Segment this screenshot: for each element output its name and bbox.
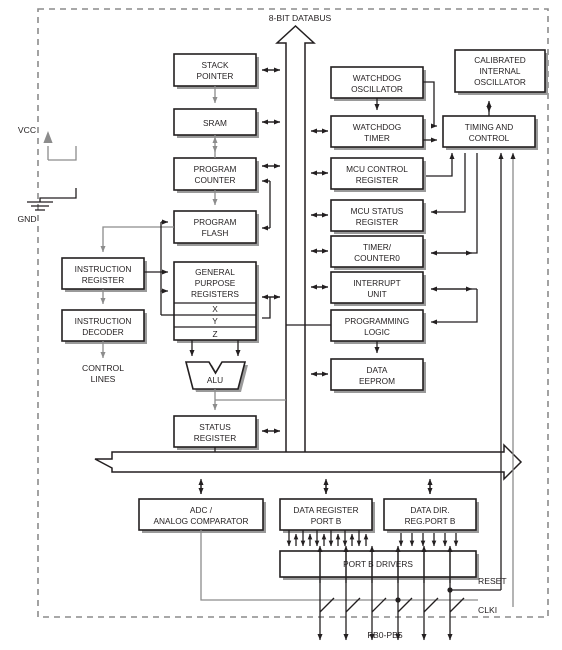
block-program-flash: PROGRAM FLASH bbox=[173, 210, 259, 246]
programming-logic-label-1: PROGRAMMING bbox=[345, 316, 410, 326]
block-alu: ALU bbox=[184, 361, 248, 392]
gpr-label-3: REGISTERS bbox=[191, 289, 239, 299]
interrupt-unit-label-1: INTERRUPT bbox=[353, 278, 400, 288]
databus-label: 8-BIT DATABUS bbox=[269, 13, 332, 23]
mcu-control-register-label-2: REGISTER bbox=[356, 175, 398, 185]
block-data-dir-reg-port-b: DATA DIR. REG.PORT B bbox=[383, 498, 479, 533]
connector-timing-to-timer0 bbox=[430, 153, 478, 256]
connector-mcucr-to-timing bbox=[426, 152, 455, 177]
program-counter-label-2: COUNTER bbox=[194, 175, 235, 185]
block-diagram-canvas: VCC GND 8-BIT DATABUS STACK POINTER SRAM… bbox=[0, 0, 562, 650]
block-general-purpose-registers: GENERAL PURPOSE REGISTERS X Y Z bbox=[173, 261, 259, 343]
stack-pointer-label-2: POINTER bbox=[197, 71, 234, 81]
alu-label: ALU bbox=[207, 375, 223, 385]
watchdog-timer-label-2: TIMER bbox=[364, 133, 390, 143]
timing-control-label-1: TIMING AND bbox=[465, 122, 513, 132]
vcc-pin bbox=[43, 131, 77, 161]
adc-label-1: ADC / bbox=[190, 505, 213, 515]
calibrated-osc-label-1: CALIBRATED bbox=[474, 55, 525, 65]
instruction-decoder-label-2: DECODER bbox=[82, 327, 124, 337]
status-register-label-2: REGISTER bbox=[194, 433, 236, 443]
data-eeprom-label-1: DATA bbox=[367, 365, 388, 375]
timer-counter0-label-2: COUNTER0 bbox=[354, 253, 400, 263]
instruction-register-label-2: REGISTER bbox=[82, 275, 124, 285]
block-interrupt-unit: INTERRUPT UNIT bbox=[330, 271, 426, 306]
block-sram: SRAM bbox=[173, 108, 259, 138]
block-mcu-control-register: MCU CONTROL REGISTER bbox=[330, 157, 426, 192]
pb-pins-label: PB0-PB5 bbox=[367, 630, 403, 640]
vertical-databus bbox=[275, 24, 316, 469]
instruction-register-label-1: INSTRUCTION bbox=[75, 264, 132, 274]
horizontal-databus bbox=[94, 443, 523, 481]
adc-label-2: ANALOG COMPARATOR bbox=[154, 516, 249, 526]
port-b-drivers-label: PORT B DRIVERS bbox=[343, 559, 413, 569]
mcu-status-register-label-2: REGISTER bbox=[356, 217, 398, 227]
block-watchdog-timer: WATCHDOG TIMER bbox=[330, 115, 426, 150]
block-instruction-register: INSTRUCTION REGISTER bbox=[61, 257, 147, 292]
register-y-label: Y bbox=[212, 316, 218, 326]
block-stack-pointer: STACK POINTER bbox=[173, 53, 259, 89]
block-programming-logic: PROGRAMMING LOGIC bbox=[330, 309, 426, 344]
block-status-register: STATUS REGISTER bbox=[173, 415, 259, 450]
stack-pointer-label-1: STACK bbox=[201, 60, 229, 70]
gnd-pin bbox=[27, 188, 77, 211]
data-eeprom-label-2: EEPROM bbox=[359, 376, 395, 386]
data-register-port-b-label-2: PORT B bbox=[311, 516, 342, 526]
block-program-counter: PROGRAM COUNTER bbox=[173, 157, 259, 193]
interrupt-unit-label-2: UNIT bbox=[367, 289, 386, 299]
status-register-label-1: STATUS bbox=[199, 422, 231, 432]
vcc-label: VCC bbox=[18, 125, 36, 135]
programming-logic-label-2: LOGIC bbox=[364, 327, 390, 337]
connector-timing-to-mcusr bbox=[430, 153, 466, 215]
block-port-b-drivers: PORT B DRIVERS bbox=[279, 550, 479, 580]
data-dir-reg-port-b-label-1: DATA DIR. bbox=[410, 505, 449, 515]
calibrated-osc-label-2: INTERNAL bbox=[479, 66, 520, 76]
block-data-eeprom: DATA EEPROM bbox=[330, 358, 426, 393]
register-x-label: X bbox=[212, 304, 218, 314]
gpr-label-2: PURPOSE bbox=[195, 278, 236, 288]
connector-gpr-right-loop bbox=[262, 297, 271, 319]
sram-label: SRAM bbox=[203, 118, 227, 128]
control-lines-label-1: CONTROL bbox=[82, 363, 124, 373]
control-lines-label-2: LINES bbox=[91, 374, 116, 384]
register-z-label: Z bbox=[212, 329, 217, 339]
watchdog-oscillator-label-2: OSCILLATOR bbox=[351, 84, 403, 94]
instruction-decoder-label-1: INSTRUCTION bbox=[75, 316, 132, 326]
connector-datadir-to-drivers bbox=[398, 533, 459, 547]
gnd-label: GND bbox=[17, 214, 36, 224]
connector-timing-to-proglogic bbox=[430, 289, 478, 325]
timing-control-label-2: CONTROL bbox=[469, 133, 510, 143]
watchdog-oscillator-label-1: WATCHDOG bbox=[353, 73, 401, 83]
block-data-register-port-b: DATA REGISTER PORT B bbox=[279, 498, 375, 533]
timer-counter0-label-1: TIMER/ bbox=[363, 242, 392, 252]
mcu-status-register-label-1: MCU STATUS bbox=[351, 206, 404, 216]
gpr-label-1: GENERAL bbox=[195, 267, 235, 277]
program-counter-label-1: PROGRAM bbox=[194, 164, 237, 174]
block-calibrated-internal-oscillator: CALIBRATED INTERNAL OSCILLATOR bbox=[454, 49, 548, 95]
data-register-port-b-label-1: DATA REGISTER bbox=[293, 505, 358, 515]
block-instruction-decoder: INSTRUCTION DECODER bbox=[61, 309, 147, 344]
data-dir-reg-port-b-label-2: REG.PORT B bbox=[405, 516, 456, 526]
clki-label: CLKI bbox=[478, 605, 497, 615]
connector-flash-to-ir bbox=[100, 226, 174, 253]
watchdog-timer-label-1: WATCHDOG bbox=[353, 122, 401, 132]
program-flash-label-1: PROGRAM bbox=[194, 217, 237, 227]
reset-label: RESET bbox=[478, 576, 507, 586]
calibrated-osc-label-3: OSCILLATOR bbox=[474, 77, 526, 87]
program-flash-label-2: FLASH bbox=[202, 228, 229, 238]
block-adc-analog-comparator: ADC / ANALOG COMPARATOR bbox=[138, 498, 266, 533]
connector-flashbus-to-gpr bbox=[160, 219, 174, 316]
mcu-control-register-label-1: MCU CONTROL bbox=[346, 164, 408, 174]
block-timer-counter0: TIMER/ COUNTER0 bbox=[330, 235, 426, 270]
connector-pc-feedback bbox=[261, 178, 271, 231]
block-watchdog-oscillator: WATCHDOG OSCILLATOR bbox=[330, 66, 426, 101]
block-timing-and-control: TIMING AND CONTROL bbox=[442, 115, 538, 150]
block-mcu-status-register: MCU STATUS REGISTER bbox=[330, 199, 426, 234]
